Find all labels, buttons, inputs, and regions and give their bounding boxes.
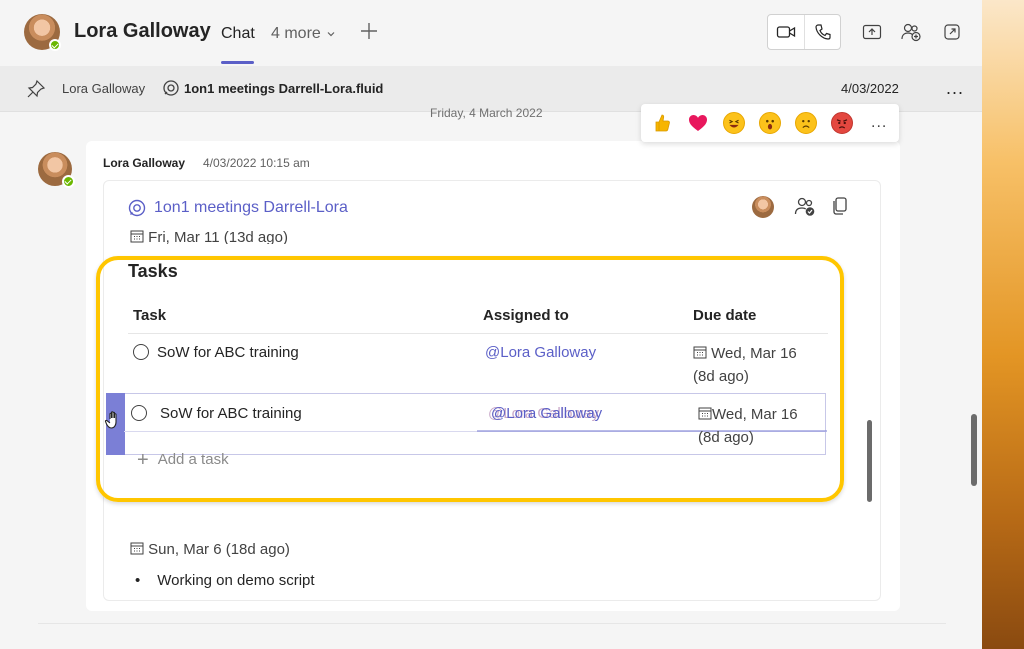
task-title[interactable]: SoW for ABC training xyxy=(157,344,299,361)
calendar-icon xyxy=(698,407,712,420)
share-screen-icon xyxy=(862,24,882,40)
task-complete-checkbox[interactable] xyxy=(133,344,149,360)
active-tab-indicator xyxy=(221,61,254,64)
assignee-mention[interactable]: @Lora Galloway xyxy=(485,344,596,361)
loop-title-link[interactable]: 1on1 meetings Darrell-Lora xyxy=(154,199,348,217)
tab-more[interactable]: 4 more xyxy=(271,25,336,43)
people-access-icon[interactable] xyxy=(793,196,817,218)
previous-date-text: Fri, Mar 11 (13d ago) xyxy=(148,229,288,244)
plus-icon: + xyxy=(137,448,149,471)
presence-available-icon xyxy=(62,175,75,188)
like-reaction-icon[interactable] xyxy=(651,112,673,134)
desktop-background xyxy=(982,0,1024,649)
list-item: • Working on demo script xyxy=(135,572,315,589)
add-tab-icon[interactable] xyxy=(358,20,380,42)
task-complete-checkbox[interactable] xyxy=(131,405,147,421)
chat-scrollbar[interactable] xyxy=(971,414,977,486)
add-people-button[interactable] xyxy=(899,20,923,44)
due-relative-text: (8d ago) xyxy=(698,429,754,446)
calendar-icon xyxy=(693,346,707,359)
due-relative-text: (8d ago) xyxy=(693,368,749,385)
sad-reaction-icon[interactable] xyxy=(795,112,817,134)
date-divider: Friday, 4 March 2022 xyxy=(430,106,543,120)
list-item-text[interactable]: Working on demo script xyxy=(157,572,314,589)
surprised-reaction-icon[interactable] xyxy=(759,112,781,134)
next-date-heading: Sun, Mar 6 (18d ago) xyxy=(130,541,290,558)
header-divider xyxy=(128,333,828,334)
message-author[interactable]: Lora Galloway xyxy=(103,156,185,170)
pop-out-button[interactable] xyxy=(940,20,964,44)
pinned-date: 4/03/2022 xyxy=(841,81,899,96)
due-date-text: Wed, Mar 16 xyxy=(711,345,797,362)
laugh-reaction-icon[interactable] xyxy=(723,112,745,134)
share-screen-button[interactable] xyxy=(860,20,884,44)
tab-chat[interactable]: Chat xyxy=(221,25,255,64)
next-date-text: Sun, Mar 6 (18d ago) xyxy=(148,541,290,558)
divider xyxy=(38,623,946,624)
task-title[interactable]: SoW for ABC training xyxy=(160,405,302,422)
copy-component-icon[interactable] xyxy=(831,196,849,216)
video-call-button[interactable] xyxy=(768,15,804,49)
loop-component-icon xyxy=(128,199,146,217)
assignee-mention[interactable]: @Lora Galloway xyxy=(491,405,602,422)
fluid-file-link[interactable]: 1on1 meetings Darrell-Lora.fluid xyxy=(184,81,383,96)
add-people-icon xyxy=(901,23,921,42)
teams-window: Lora Galloway Chat 4 more Lora Galloway … xyxy=(0,0,982,649)
more-reactions-icon[interactable]: ... xyxy=(871,114,887,132)
bullet-icon: • xyxy=(135,572,141,589)
add-task-button[interactable]: + Add a task xyxy=(137,448,229,471)
calendar-icon xyxy=(130,542,144,555)
collaborator-avatar[interactable] xyxy=(752,196,774,218)
loop-component-icon xyxy=(163,80,179,96)
page-title: Lora Galloway xyxy=(74,20,211,42)
pinned-name[interactable]: Lora Galloway xyxy=(62,81,145,96)
add-task-label: Add a task xyxy=(157,451,229,468)
call-button-group xyxy=(767,14,841,50)
grab-hand-cursor-icon xyxy=(104,411,117,429)
column-header-task: Task xyxy=(133,307,167,324)
reaction-bar: ... xyxy=(641,104,899,142)
tasks-heading: Tasks xyxy=(128,261,178,281)
column-header-assigned: Assigned to xyxy=(483,307,569,324)
loop-scrollbar[interactable] xyxy=(867,420,872,502)
previous-date-heading: Fri, Mar 11 (13d ago) xyxy=(130,228,288,244)
heart-reaction-icon[interactable] xyxy=(687,112,709,134)
pin-icon[interactable] xyxy=(26,79,46,99)
audio-call-button[interactable] xyxy=(804,15,840,49)
tab-more-label: 4 more xyxy=(271,25,321,42)
due-date-cell[interactable]: Wed, Mar 16 (8d ago) xyxy=(698,403,798,449)
due-date-text: Wed, Mar 16 xyxy=(712,406,798,423)
more-options-icon[interactable]: ... xyxy=(946,78,964,99)
due-date-cell[interactable]: Wed, Mar 16 (8d ago) xyxy=(693,342,797,388)
message-timestamp: 4/03/2022 10:15 am xyxy=(203,156,310,170)
video-camera-icon xyxy=(776,26,796,38)
chat-header: Lora Galloway Chat 4 more xyxy=(0,0,982,64)
angry-reaction-icon[interactable] xyxy=(831,112,853,134)
presence-available-icon xyxy=(49,39,61,51)
calendar-icon xyxy=(130,230,144,243)
chevron-down-icon xyxy=(327,32,335,37)
pop-out-icon xyxy=(944,24,960,40)
column-header-due: Due date xyxy=(693,307,757,324)
phone-icon xyxy=(814,24,831,40)
